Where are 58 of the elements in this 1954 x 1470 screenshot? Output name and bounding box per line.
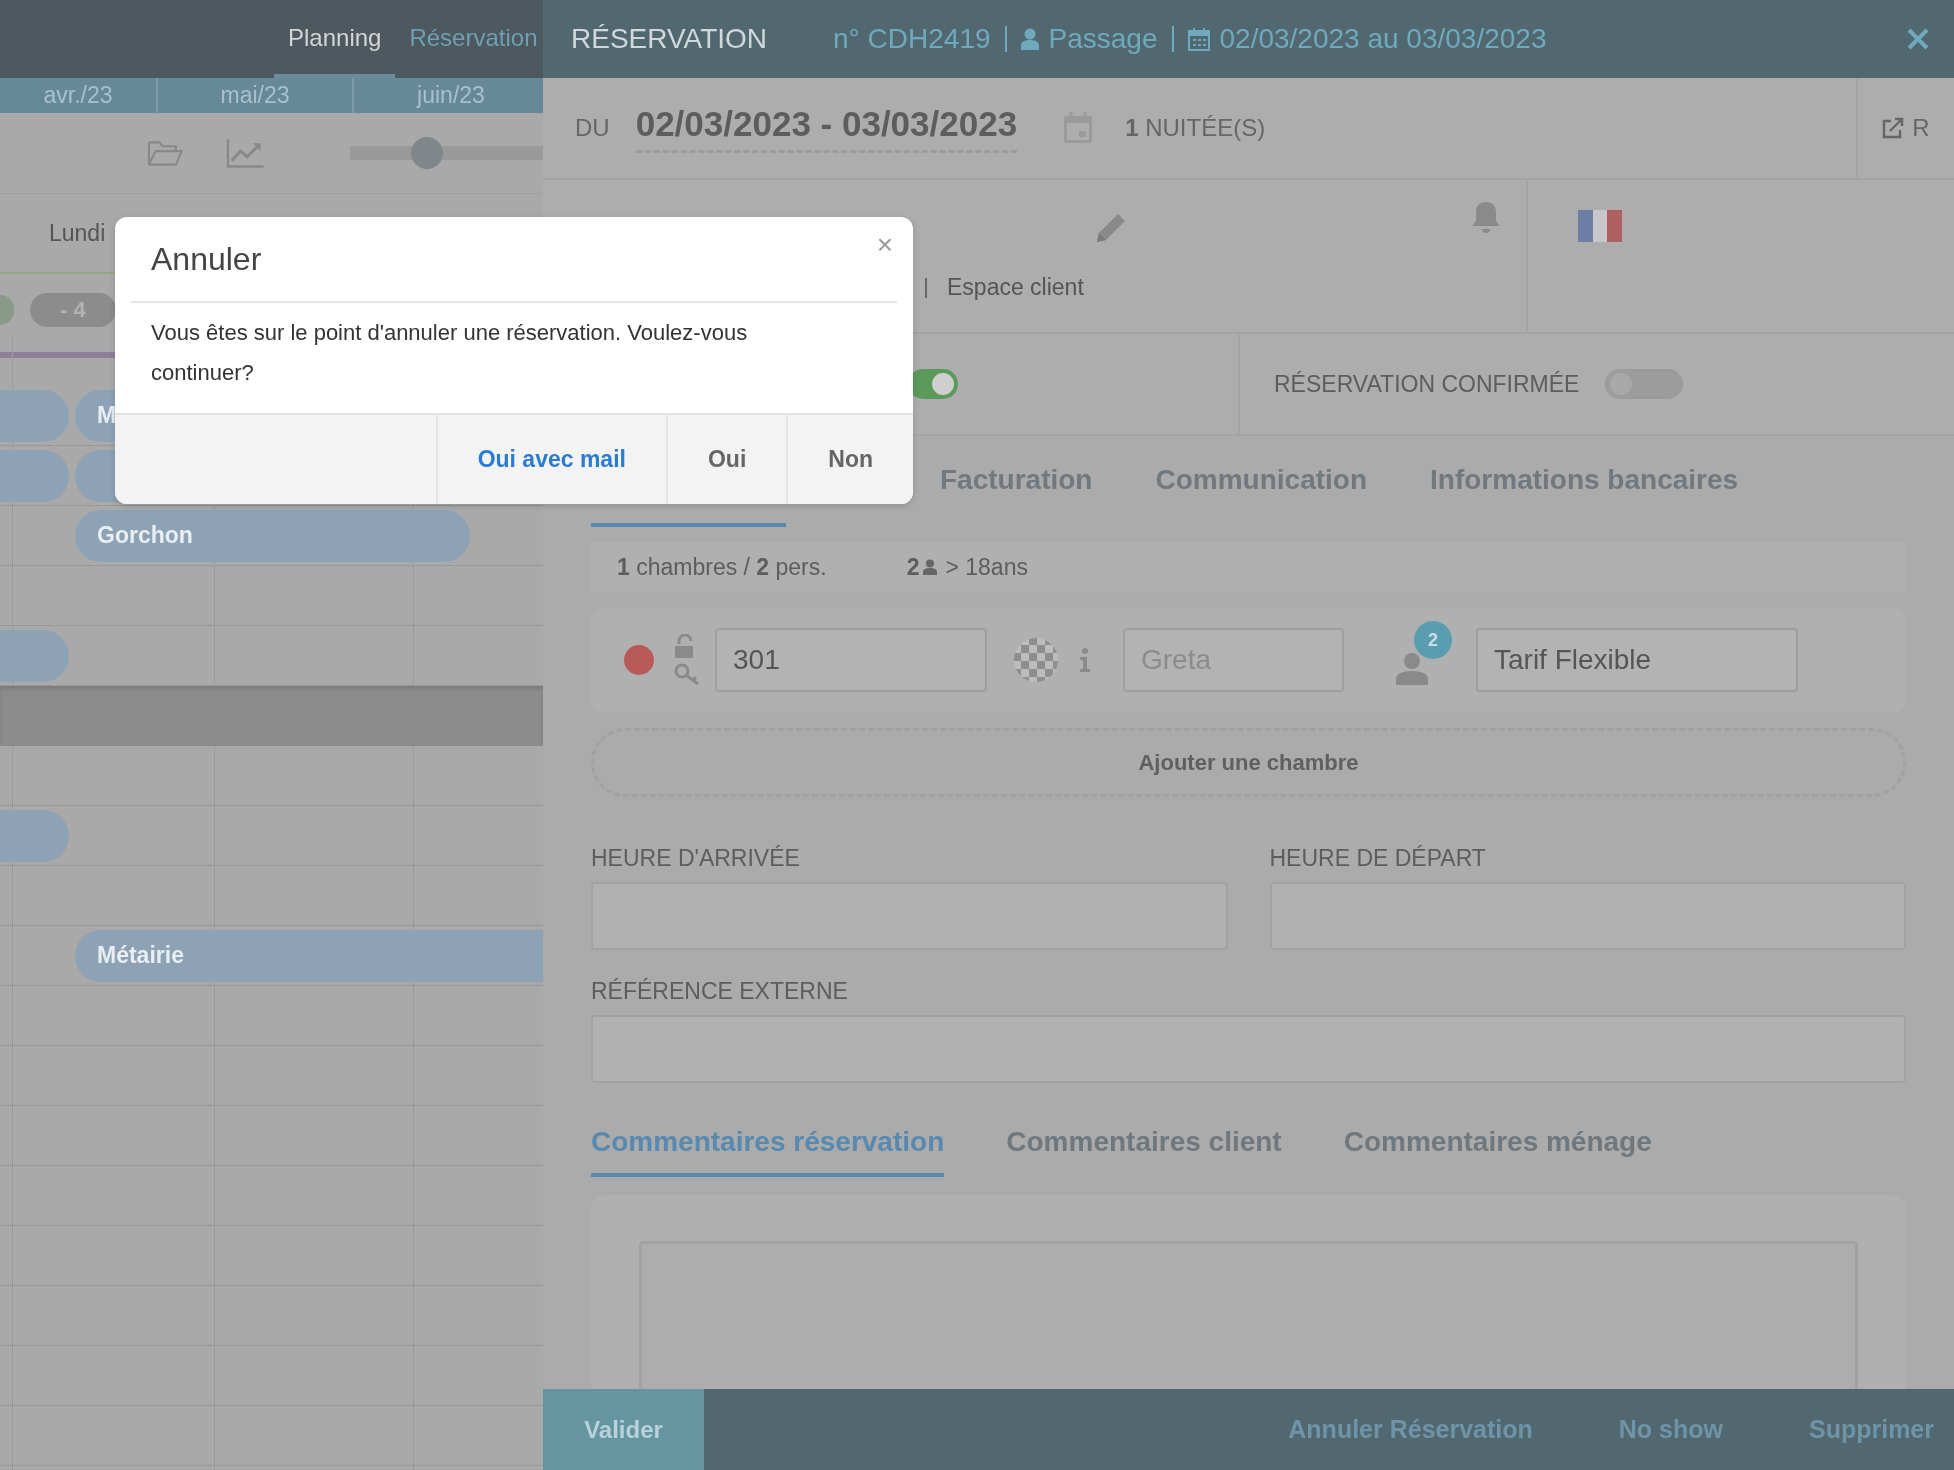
action-button[interactable]: Annuler Réservation	[1288, 1389, 1533, 1470]
booking-bar[interactable]	[0, 389, 69, 442]
person-icon	[923, 559, 938, 575]
action-button[interactable]: No show	[1618, 1389, 1723, 1470]
section-tab[interactable]: Facturation	[940, 436, 1093, 527]
occupants-badge: 2	[1414, 621, 1452, 659]
comment-tab[interactable]: Commentaires client	[1006, 1111, 1282, 1177]
validate-button[interactable]: Valider	[543, 1389, 704, 1470]
close-button[interactable]: ×	[872, 231, 897, 259]
booking-bar[interactable]	[0, 809, 69, 862]
info-icon[interactable]	[1079, 648, 1091, 672]
date-range[interactable]: 02/03/2023 - 03/03/2023	[635, 103, 1018, 153]
booking-bar[interactable]: Métairie	[75, 929, 543, 982]
booking-bar[interactable]	[0, 629, 69, 682]
toggle-label: RÉSERVATION CONFIRMÉE	[1274, 370, 1580, 398]
comment-tab[interactable]: Commentaires ménage	[1343, 1111, 1652, 1177]
dialog-title: Annuler	[151, 240, 262, 278]
reservation-type: Passage	[1048, 23, 1158, 55]
open-link[interactable]: R	[1882, 114, 1930, 142]
line-chart-icon[interactable]	[225, 137, 265, 169]
flag-icon[interactable]	[1578, 210, 1622, 242]
nights-count: 1 NUITÉE(S)	[1125, 114, 1266, 142]
calendar-icon	[1187, 27, 1210, 51]
dialog-message: Vous êtes sur le point d'annuler une réservation. Voulez-vous continuer?	[151, 319, 749, 387]
booking-bar[interactable]	[0, 295, 14, 325]
add-room-button[interactable]: Ajouter une chambre	[591, 728, 1906, 797]
field-label: RÉFÉRENCE EXTERNE	[591, 978, 849, 1005]
dialog-button[interactable]: Oui	[665, 415, 787, 504]
adults-count: 2	[906, 553, 920, 581]
folder-icon[interactable]	[147, 138, 184, 168]
age-range: > 18ans	[945, 553, 1028, 581]
planning-tab[interactable]: Réservation	[395, 24, 543, 78]
action-button[interactable]: Supprimer	[1808, 1389, 1934, 1470]
bell-icon[interactable]	[1471, 200, 1501, 234]
panel-title: RÉSERVATION	[571, 23, 768, 55]
month-header[interactable]: avr./23	[0, 78, 158, 113]
reservation-number: n° CDH2419	[833, 23, 991, 55]
booking-bar[interactable]: Gorchon	[75, 509, 470, 562]
reservation-period: 02/03/2023 au 03/03/2023	[1219, 23, 1547, 55]
booking-bar[interactable]	[0, 449, 69, 502]
dialog-button[interactable]: Oui avec mail	[435, 415, 666, 504]
field-label: HEURE DE DÉPART	[1269, 845, 1487, 872]
user-icon	[1020, 28, 1039, 50]
person-icon[interactable]	[1396, 651, 1428, 685]
comment-tab[interactable]: Commentaires réservation	[591, 1111, 945, 1177]
client-space-link[interactable]: Espace client	[947, 274, 1084, 301]
section-tab[interactable]: Informations bancaires	[1430, 436, 1739, 527]
month-header[interactable]: mai/23	[158, 78, 354, 113]
date-label: DU	[575, 114, 610, 142]
field-label: HEURE D'ARRIVÉE	[591, 845, 801, 872]
external-link-icon	[1882, 117, 1905, 139]
rate-field[interactable]: Tarif Flexible	[1476, 628, 1798, 692]
section-tab[interactable]: Communication	[1155, 436, 1368, 527]
day-header: Lundi	[49, 219, 106, 247]
room-number-field[interactable]: 301	[715, 628, 987, 692]
rooms-summary: 1 chambres / 2 pers.	[617, 553, 827, 581]
dialog-button[interactable]: Non	[786, 415, 913, 504]
close-icon[interactable]	[1906, 27, 1930, 51]
